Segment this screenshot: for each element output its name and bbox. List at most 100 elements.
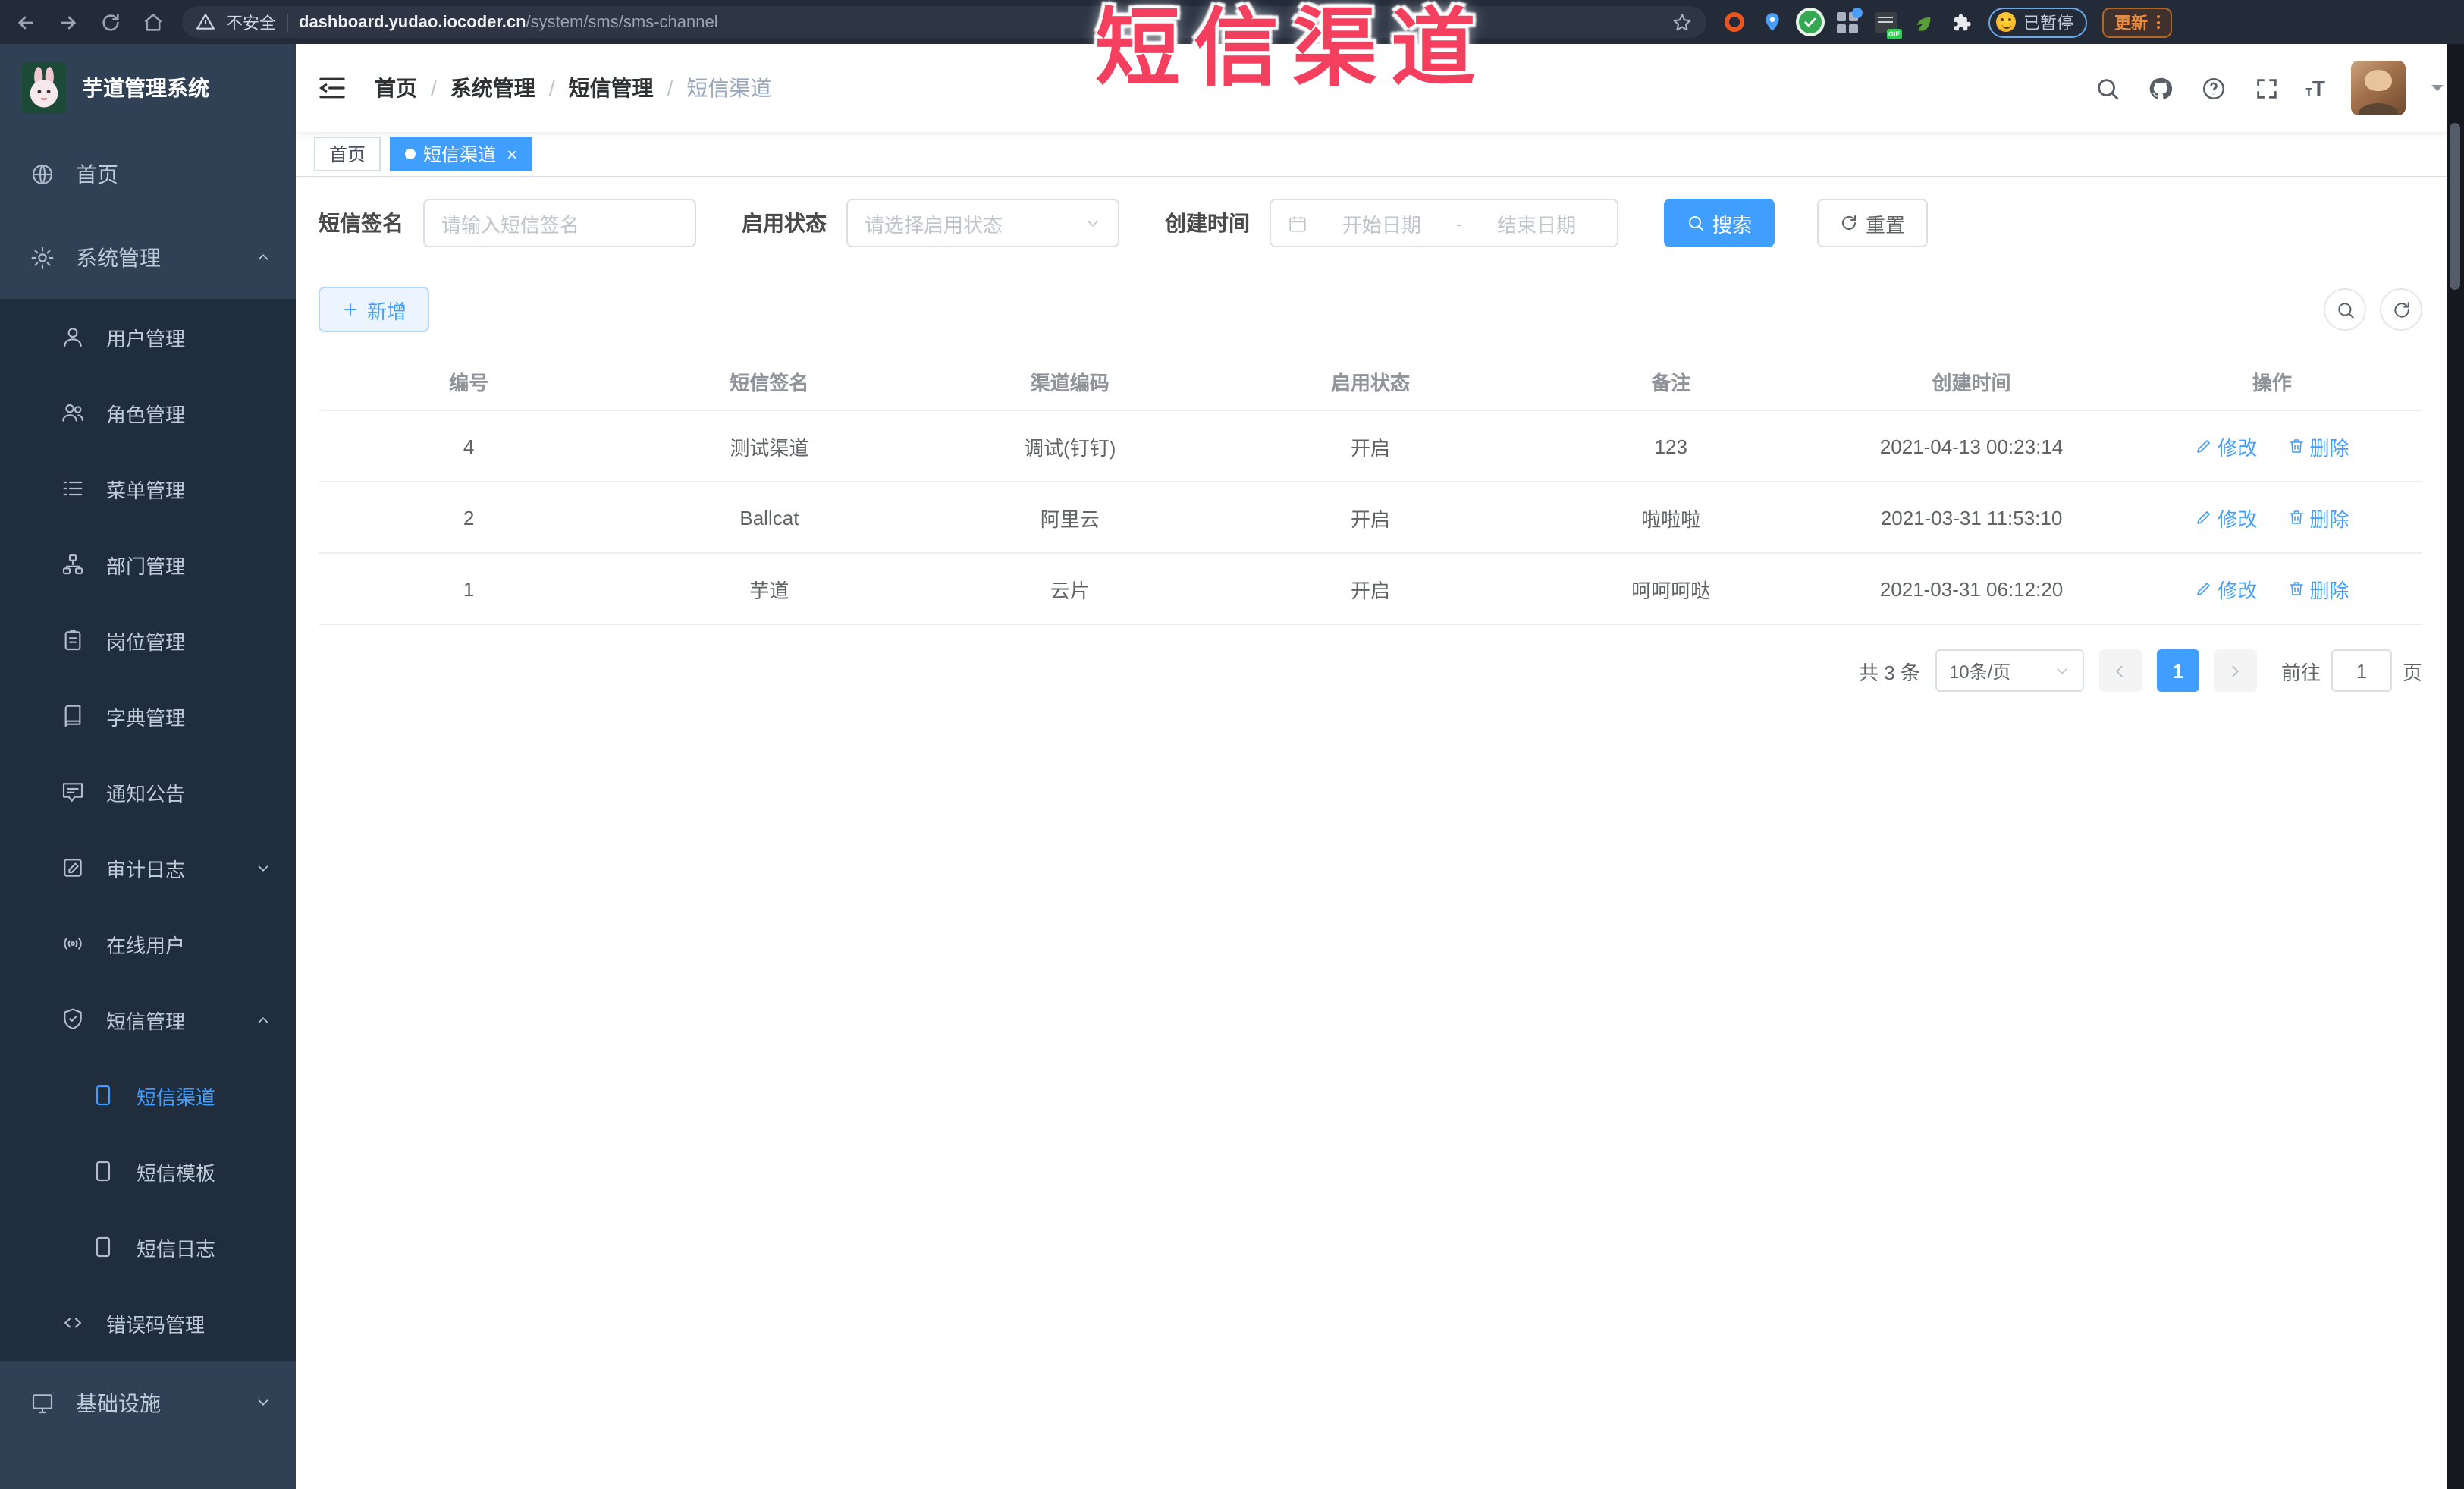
toggle-search-button[interactable] xyxy=(2324,288,2366,331)
sidebar-item-infra[interactable]: 基础设施 xyxy=(0,1361,296,1444)
prev-page-button[interactable] xyxy=(2098,649,2142,692)
add-button[interactable]: 新增 xyxy=(319,287,430,332)
scrollbar-thumb[interactable] xyxy=(2450,123,2460,290)
tag-home[interactable]: 首页 xyxy=(314,137,381,171)
forward-icon[interactable] xyxy=(55,8,82,36)
table-row: 4 测试渠道 调试(钉钉) 开启 123 2021-04-13 00:23:14… xyxy=(319,410,2422,482)
cell-status: 开启 xyxy=(1219,482,1521,554)
sidebar-item-label: 错误码管理 xyxy=(106,1313,206,1336)
extension-gif-icon[interactable]: GIF xyxy=(1873,10,1902,39)
font-size-icon[interactable]: тT xyxy=(2305,76,2325,100)
extension-check-icon[interactable] xyxy=(1797,10,1822,34)
logo-rabbit-icon xyxy=(21,62,67,114)
tag-close-icon[interactable]: × xyxy=(507,145,517,163)
browser-scrollbar[interactable] xyxy=(2446,44,2464,1489)
avatar[interactable] xyxy=(2351,61,2406,115)
sidebar-item-sms-template[interactable]: 短信模板 xyxy=(0,1133,296,1209)
address-separator xyxy=(287,13,288,31)
sidebar-item-notice[interactable]: 通知公告 xyxy=(0,754,296,830)
search-button[interactable]: 搜索 xyxy=(1664,199,1775,247)
browser-update-button[interactable]: 更新 xyxy=(2102,7,2172,37)
home-icon[interactable] xyxy=(140,8,167,36)
sidebar-item-sms[interactable]: 短信管理 xyxy=(0,982,296,1057)
table-row: 2 Ballcat 阿里云 开启 啦啦啦 2021-03-31 11:53:10… xyxy=(319,482,2422,554)
edit-link[interactable]: 修改 xyxy=(2195,503,2257,532)
sidebar: 芋道管理系统 首页 系统管理 用户管理 角色管理 菜单管理 部门管理 岗位管理 … xyxy=(0,44,296,1489)
page-size-label: 10条/页 xyxy=(1948,661,2011,682)
sidebar-item-sms-log[interactable]: 短信日志 xyxy=(0,1209,296,1285)
sidebar-collapse-icon[interactable] xyxy=(317,73,347,103)
table-header-row: 编号 短信签名 渠道编码 启用状态 备注 创建时间 操作 xyxy=(319,353,2422,411)
cell-id: 1 xyxy=(319,553,620,625)
delete-link[interactable]: 删除 xyxy=(2287,432,2349,460)
date-range-picker[interactable]: 开始日期 - 结束日期 xyxy=(1270,199,1618,247)
status-select[interactable]: 请选择启用状态 xyxy=(846,199,1119,247)
signal-icon xyxy=(64,938,82,950)
extension-grid-icon[interactable] xyxy=(1835,7,1863,34)
extension-leaf-icon[interactable] xyxy=(1911,10,1935,34)
sidebar-item-home[interactable]: 首页 xyxy=(0,132,296,215)
sidebar-item-roles[interactable]: 角色管理 xyxy=(0,375,296,451)
extensions-puzzle-icon[interactable] xyxy=(1949,10,1973,34)
sidebar-item-menus[interactable]: 菜单管理 xyxy=(0,451,296,526)
sidebar-item-error-codes[interactable]: 错误码管理 xyxy=(0,1285,296,1361)
breadcrumb-home[interactable]: 首页 xyxy=(375,73,417,103)
cell-status: 开启 xyxy=(1219,553,1521,625)
app-title: 芋道管理系统 xyxy=(82,76,209,100)
extension-pin-icon[interactable] xyxy=(1759,10,1784,34)
status-placeholder: 请选择启用状态 xyxy=(865,213,1003,236)
sidebar-item-sms-channel[interactable]: 短信渠道 xyxy=(0,1057,296,1133)
next-page-button[interactable] xyxy=(2214,649,2257,692)
document-icon xyxy=(96,1236,111,1258)
tag-label: 短信渠道 xyxy=(423,144,497,165)
page-size-select[interactable]: 10条/页 xyxy=(1935,649,2084,692)
sign-input[interactable]: 请输入短信签名 xyxy=(423,199,696,247)
edit-link[interactable]: 修改 xyxy=(2195,432,2257,460)
sidebar-item-users[interactable]: 用户管理 xyxy=(0,299,296,375)
reset-button[interactable]: 重置 xyxy=(1817,199,1929,247)
sidebar-item-system[interactable]: 系统管理 xyxy=(0,215,296,299)
help-icon[interactable] xyxy=(2199,74,2227,102)
update-label: 更新 xyxy=(2114,14,2148,33)
page-number-1[interactable]: 1 xyxy=(2156,649,2199,692)
chevron-up-icon xyxy=(258,254,268,260)
app-logo[interactable]: 芋道管理系统 xyxy=(0,44,296,132)
extension-ubuntu-icon[interactable] xyxy=(1722,10,1746,34)
github-icon[interactable] xyxy=(2146,74,2174,102)
search-icon[interactable] xyxy=(2093,74,2120,102)
delete-link[interactable]: 删除 xyxy=(2287,503,2349,532)
edit-link[interactable]: 修改 xyxy=(2195,574,2257,603)
bookmark-star-icon[interactable] xyxy=(1671,11,1693,33)
sidebar-item-audit-log[interactable]: 审计日志 xyxy=(0,830,296,906)
cell-code: 阿里云 xyxy=(919,482,1220,554)
refresh-icon xyxy=(2393,301,2409,317)
back-icon[interactable] xyxy=(12,8,39,36)
cell-actions: 修改 删除 xyxy=(2121,482,2422,554)
filter-form: 短信签名 请输入短信签名 启用状态 请选择启用状态 创建时间 开始日期 - 结束… xyxy=(319,199,2422,247)
browser-menu-icon[interactable] xyxy=(2157,15,2160,29)
goto-label: 前往 xyxy=(2280,661,2321,683)
sidebar-item-departments[interactable]: 部门管理 xyxy=(0,526,296,602)
breadcrumb-sms[interactable]: 短信管理 xyxy=(569,73,654,103)
tag-dot-icon xyxy=(405,149,416,159)
avatar-caret-icon[interactable] xyxy=(2431,85,2444,97)
goto-page-input[interactable] xyxy=(2331,649,2392,692)
tag-sms-channel[interactable]: 短信渠道 × xyxy=(390,137,533,171)
sidebar-item-online-users[interactable]: 在线用户 xyxy=(0,906,296,982)
breadcrumb-system[interactable]: 系统管理 xyxy=(450,73,535,103)
cell-created: 2021-04-13 00:23:14 xyxy=(1821,410,2122,482)
reload-icon[interactable] xyxy=(97,8,124,36)
time-label: 创建时间 xyxy=(1165,211,1250,235)
sidebar-item-dict[interactable]: 字典管理 xyxy=(0,678,296,754)
profile-paused-chip[interactable]: 已暂停 xyxy=(1988,7,2087,37)
breadcrumb-current: 短信渠道 xyxy=(686,76,772,100)
col-created: 创建时间 xyxy=(1821,353,2122,411)
warning-icon xyxy=(196,14,215,30)
fullscreen-icon[interactable] xyxy=(2252,74,2280,102)
extensions-row: GIF xyxy=(1722,7,1973,39)
refresh-table-button[interactable] xyxy=(2380,288,2422,331)
trash-icon xyxy=(2289,582,2303,595)
delete-link[interactable]: 删除 xyxy=(2287,574,2349,603)
cell-code: 云片 xyxy=(919,553,1220,625)
sidebar-item-posts[interactable]: 岗位管理 xyxy=(0,602,296,678)
